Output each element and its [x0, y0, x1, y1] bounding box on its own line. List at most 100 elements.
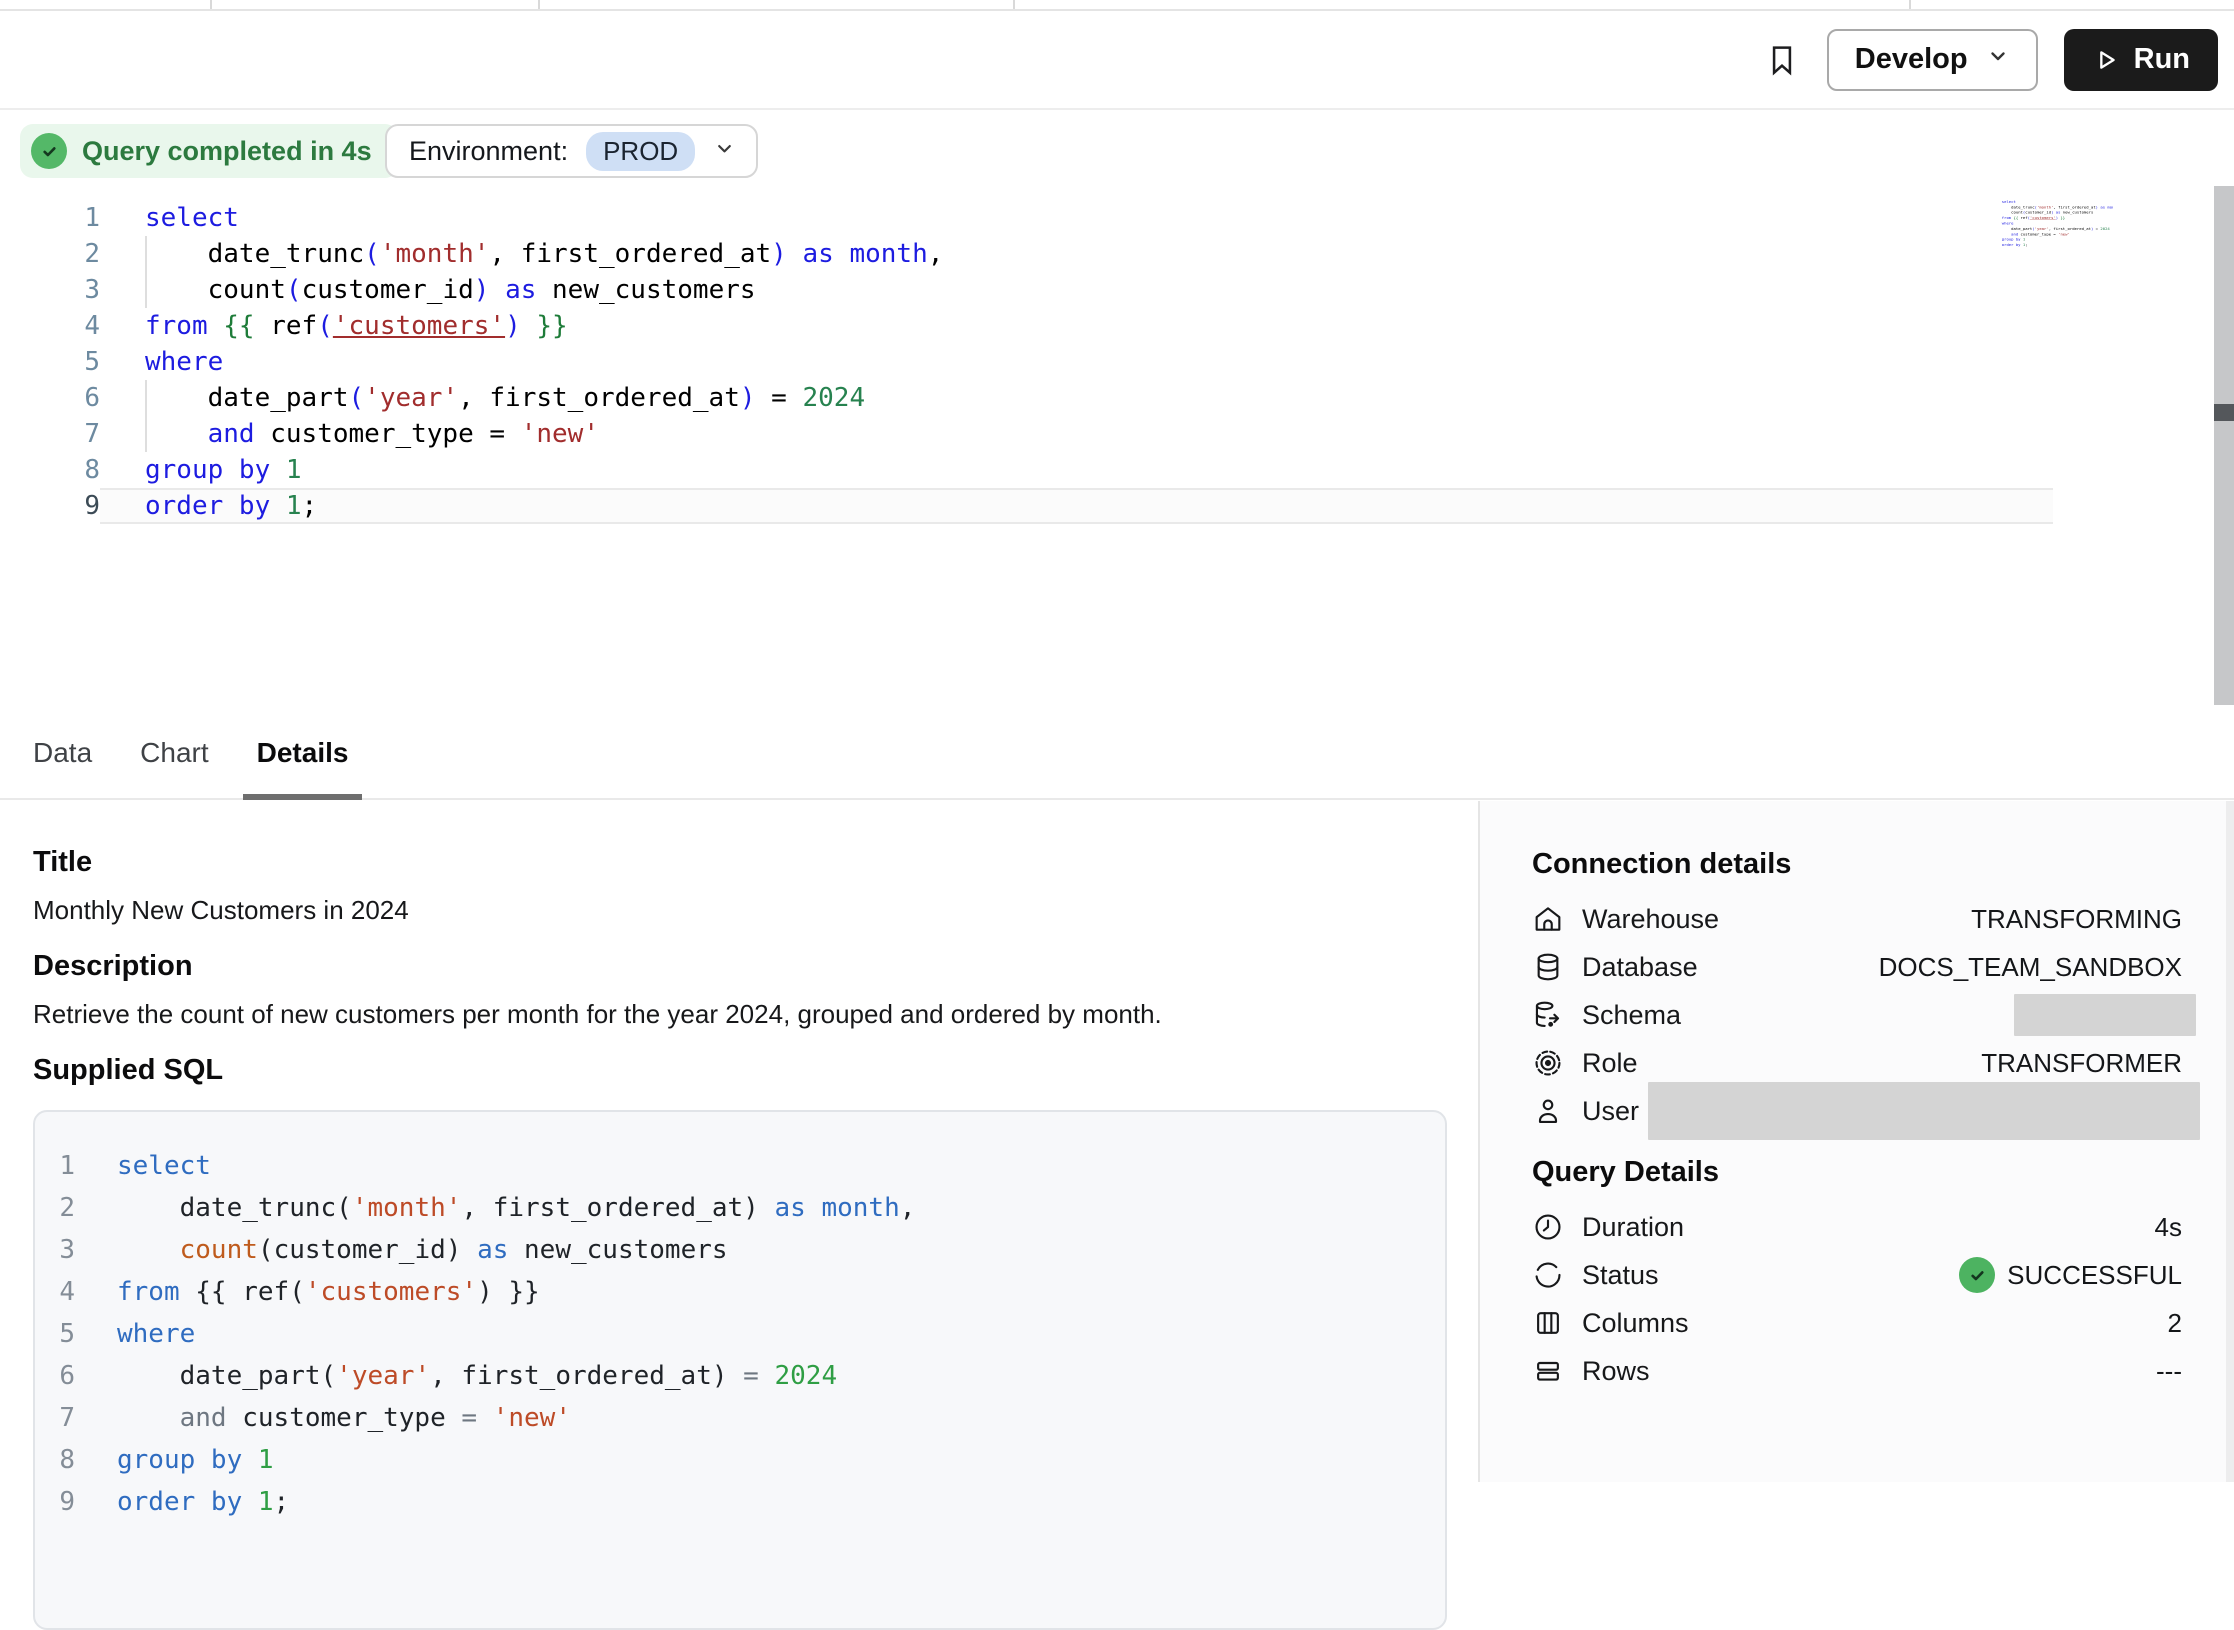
row-label: Warehouse: [1582, 904, 1719, 935]
query-details-heading: Query Details: [1532, 1155, 2182, 1189]
row-label: Status: [1582, 1260, 1659, 1291]
code-line: 1select: [49, 1145, 1445, 1187]
success-check-icon: [1959, 1257, 1995, 1293]
supplied-sql-heading: Supplied SQL: [33, 1053, 1477, 1087]
query-status-badge: Query completed in 4s: [20, 124, 398, 178]
description-heading: Description: [33, 949, 1477, 983]
user-icon: [1532, 1095, 1564, 1127]
editor-scrollbar[interactable]: [2214, 186, 2234, 705]
status-row: Status SUCCESSFUL: [1532, 1251, 2182, 1299]
topbar: Develop Run: [0, 11, 2234, 110]
row-label: Columns: [1582, 1308, 1689, 1339]
title-heading: Title: [33, 845, 1477, 879]
code-line: 1select: [52, 200, 2053, 236]
row-value: DOCS_TEAM_SANDBOX: [1879, 952, 2182, 983]
row-value: ---: [2156, 1356, 2182, 1387]
code-line: 2 date_trunc('month', first_ordered_at) …: [52, 236, 2053, 272]
code-line: 6 date_part('year', first_ordered_at) = …: [49, 1355, 1445, 1397]
row-label: Role: [1582, 1048, 1638, 1079]
tab-details[interactable]: Details: [257, 707, 349, 798]
row-value-text: SUCCESSFUL: [2007, 1260, 2182, 1291]
line-number: 3: [49, 1229, 75, 1271]
line-number: 7: [49, 1397, 75, 1439]
line-number: 9: [49, 1481, 75, 1523]
code-line: order by 1;: [1995, 242, 2113, 247]
code-line: 4from {{ ref('customers') }}: [52, 308, 2053, 344]
row-label: Rows: [1582, 1356, 1650, 1387]
tab-divider: [538, 0, 540, 9]
develop-button[interactable]: Develop: [1827, 29, 2038, 91]
columns-row: Columns 2: [1532, 1299, 2182, 1347]
run-button-label: Run: [2134, 43, 2190, 76]
query-status-text: Query completed in 4s: [82, 136, 372, 167]
panel-scrollbar[interactable]: [2226, 801, 2234, 1482]
line-number: 1: [52, 200, 100, 236]
status-icon: [1532, 1259, 1564, 1291]
row-label: User: [1582, 1096, 1639, 1127]
line-number: 6: [52, 380, 100, 416]
editor-scrollbar-thumb[interactable]: [2214, 404, 2234, 421]
bookmark-icon[interactable]: [1763, 40, 1801, 80]
line-number: 8: [52, 452, 100, 488]
code-line: 2 date_trunc('month', first_ordered_at) …: [49, 1187, 1445, 1229]
rows-icon: [1532, 1355, 1564, 1387]
warehouse-row: Warehouse TRANSFORMING: [1532, 895, 2182, 943]
supplied-sql-code-block: 1select2 date_trunc('month', first_order…: [33, 1110, 1447, 1630]
chevron-down-icon: [1986, 43, 2010, 76]
role-icon: [1532, 1047, 1564, 1079]
app-window: { "topbar": { "develop_label": "Develop"…: [0, 0, 2234, 1482]
run-button[interactable]: Run: [2064, 29, 2218, 91]
line-number: 6: [49, 1355, 75, 1397]
line-number: 2: [49, 1187, 75, 1229]
tab-chart[interactable]: Chart: [140, 707, 208, 798]
row-value: 2: [2168, 1308, 2182, 1339]
code-line: 8group by 1: [52, 452, 2053, 488]
line-number: 5: [49, 1313, 75, 1355]
title-value: Monthly New Customers in 2024: [33, 895, 1477, 925]
schema-row: Schema: [1532, 991, 2182, 1039]
database-row: Database DOCS_TEAM_SANDBOX: [1532, 943, 2182, 991]
tab-data[interactable]: Data: [33, 707, 92, 798]
play-icon: [2092, 46, 2120, 74]
role-row: Role TRANSFORMER: [1532, 1039, 2182, 1087]
row-label: Duration: [1582, 1212, 1684, 1243]
redaction-box: [2014, 994, 2196, 1036]
code-line: 4from {{ ref('customers') }}: [49, 1271, 1445, 1313]
row-label: Database: [1582, 952, 1698, 983]
row-value: TRANSFORMING: [1971, 904, 2182, 935]
description-value: Retrieve the count of new customers per …: [33, 999, 1477, 1029]
row-value: [2014, 994, 2182, 1036]
sql-editor[interactable]: 1select2 date_trunc('month', first_order…: [52, 200, 2053, 524]
tab-divider: [210, 0, 212, 9]
indent-guide: [145, 380, 147, 452]
tab-divider: [1013, 0, 1015, 9]
editor-minimap[interactable]: select date_trunc('month', first_ordered…: [1995, 199, 2113, 251]
line-number: 3: [52, 272, 100, 308]
row-value-text: TRANSFORMER: [1981, 1048, 2182, 1079]
row-value: 4s: [2155, 1212, 2182, 1243]
environment-select[interactable]: Environment: PROD: [385, 124, 758, 178]
query-details-rows: Duration 4s Status SUCCESSFUL Columns 2 Rows --…: [1532, 1203, 2182, 1395]
line-number: 1: [49, 1145, 75, 1187]
row-value-text: 4s: [2155, 1212, 2182, 1243]
line-number: 4: [49, 1271, 75, 1313]
duration-row: Duration 4s: [1532, 1203, 2182, 1251]
code-line: 9order by 1;: [52, 488, 2053, 524]
environment-value-pill: PROD: [586, 132, 695, 171]
row-value-text: 2: [2168, 1308, 2182, 1339]
row-value: TRANSFORMER: [1981, 1048, 2182, 1079]
results-tabs: Data Chart Details: [0, 707, 2234, 800]
columns-icon: [1532, 1307, 1564, 1339]
code-line: 6 date_part('year', first_ordered_at) = …: [52, 380, 2053, 416]
connection-details-rows: Warehouse TRANSFORMING Database DOCS_TEAM_S…: [1532, 895, 2182, 1135]
line-number: 8: [49, 1439, 75, 1481]
window-tab-strip: [0, 0, 2234, 11]
indent-guide: [145, 236, 147, 308]
connection-details-heading: Connection details: [1532, 847, 2182, 881]
line-number: 9: [52, 488, 100, 524]
rows-row: Rows ---: [1532, 1347, 2182, 1395]
details-pane: Title Monthly New Customers in 2024 Desc…: [0, 801, 1477, 1482]
line-number: 5: [52, 344, 100, 380]
row-value-text: ---: [2156, 1356, 2182, 1387]
environment-label: Environment:: [409, 136, 568, 167]
